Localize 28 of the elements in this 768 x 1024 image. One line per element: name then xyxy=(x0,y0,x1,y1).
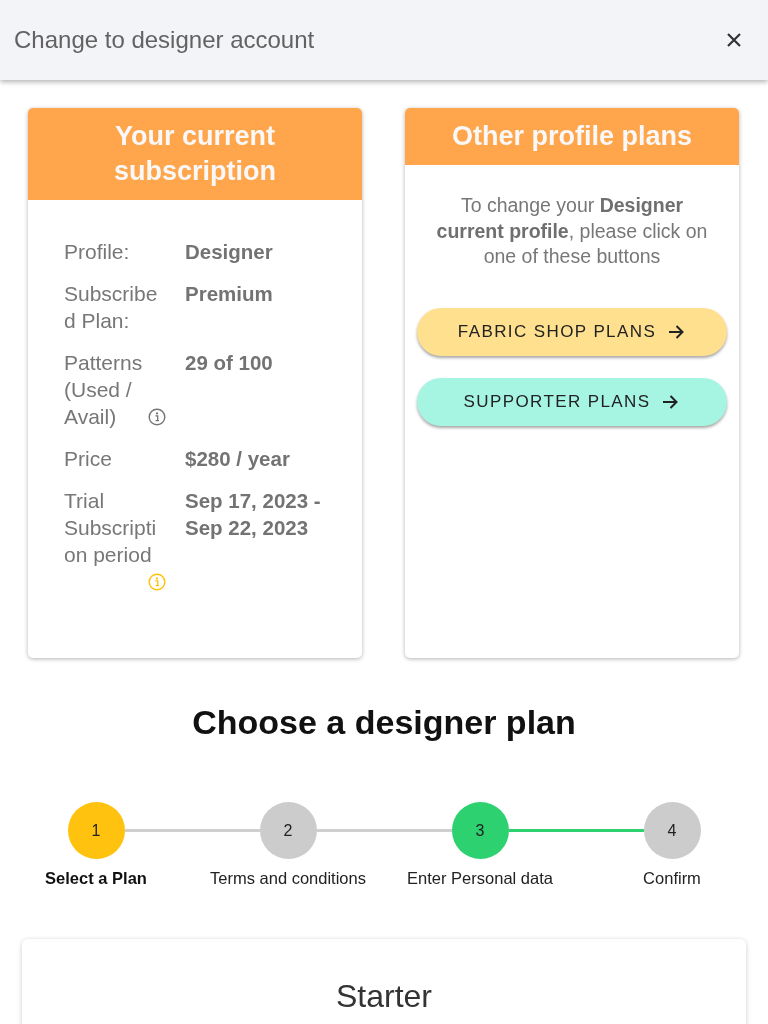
instruction-text: To change your Designer current profile, please click on one of these buttons xyxy=(435,193,709,269)
step-circle[interactable]: 1 xyxy=(67,802,125,859)
field-label: Profile: xyxy=(64,240,130,263)
field-label: Patterns (Used / Avail) xyxy=(64,351,143,428)
section-title: Choose a designer plan xyxy=(192,702,576,742)
field-value: Premium xyxy=(185,282,273,305)
step-label: Select a Plan xyxy=(45,868,147,888)
field-label: Trial Subscription period xyxy=(64,489,157,566)
close-icon xyxy=(726,32,742,48)
step-circle[interactable]: 3 xyxy=(451,802,509,859)
info-icon[interactable] xyxy=(148,408,166,426)
field-value: 29 of 100 xyxy=(185,351,273,374)
plan-title: Starter xyxy=(336,977,432,1015)
step-label: Terms and conditions xyxy=(210,868,366,888)
step-label: Enter Personal data xyxy=(407,868,553,888)
step-circle[interactable]: 2 xyxy=(259,802,317,859)
step-circle[interactable]: 4 xyxy=(643,802,701,859)
card-header: Other profile plans xyxy=(405,108,739,165)
field-value: Sep 17, 2023 - Sep 22, 2023 xyxy=(185,489,321,539)
plan-button[interactable]: SUPPORTER PLANS xyxy=(417,377,727,426)
field-label: Subscribed Plan: xyxy=(64,282,158,332)
field-value: $280 / year xyxy=(185,447,290,470)
step-label: Confirm xyxy=(643,868,701,888)
plan-button[interactable]: FABRIC SHOP PLANS xyxy=(417,307,727,356)
field-value: Designer xyxy=(185,240,273,263)
field-label: Price xyxy=(64,447,112,470)
dialog-title: Change to designer account xyxy=(14,26,315,54)
card-header: Your current subscription xyxy=(28,108,362,200)
